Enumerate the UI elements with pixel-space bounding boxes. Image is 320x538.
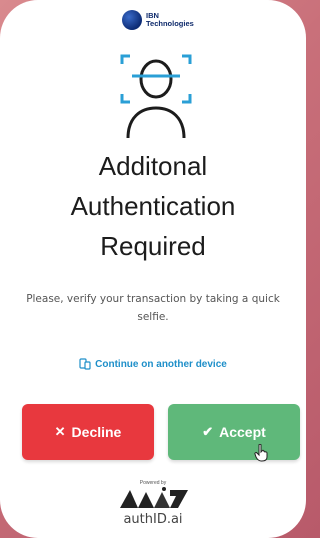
ibn-globe-icon	[122, 10, 142, 30]
decline-button-label: Decline	[71, 424, 122, 440]
auth-card: IBN Technologies Additonal Authenticatio…	[0, 0, 306, 538]
authid-brand-name: authID.ai	[123, 512, 183, 527]
check-icon: ✔	[202, 424, 214, 439]
devices-icon	[79, 358, 91, 370]
ibn-logo-line2: Technologies	[146, 19, 194, 28]
accept-button[interactable]: ✔ Accept	[168, 404, 300, 460]
accept-button-label: Accept	[219, 424, 266, 440]
hand-cursor-icon	[254, 444, 268, 462]
title-line-1: Additonal	[98, 151, 208, 181]
ibn-logo-text: IBN Technologies	[146, 11, 194, 29]
close-icon: ✕	[54, 424, 66, 439]
continue-on-another-device-link[interactable]: Continue on another device	[0, 358, 306, 370]
title-line-3: Required	[100, 231, 206, 261]
face-scan-icon	[120, 54, 192, 139]
page-title: Additonal Authentication Required	[0, 146, 306, 266]
decline-button[interactable]: ✕ Decline	[22, 404, 154, 460]
ibn-logo: IBN Technologies	[122, 10, 194, 30]
continue-link-label: Continue on another device	[95, 358, 227, 370]
title-line-2: Authentication	[70, 191, 236, 221]
authid-logo-icon	[120, 487, 188, 508]
instruction-text: Please, verify your transaction by takin…	[26, 293, 280, 323]
